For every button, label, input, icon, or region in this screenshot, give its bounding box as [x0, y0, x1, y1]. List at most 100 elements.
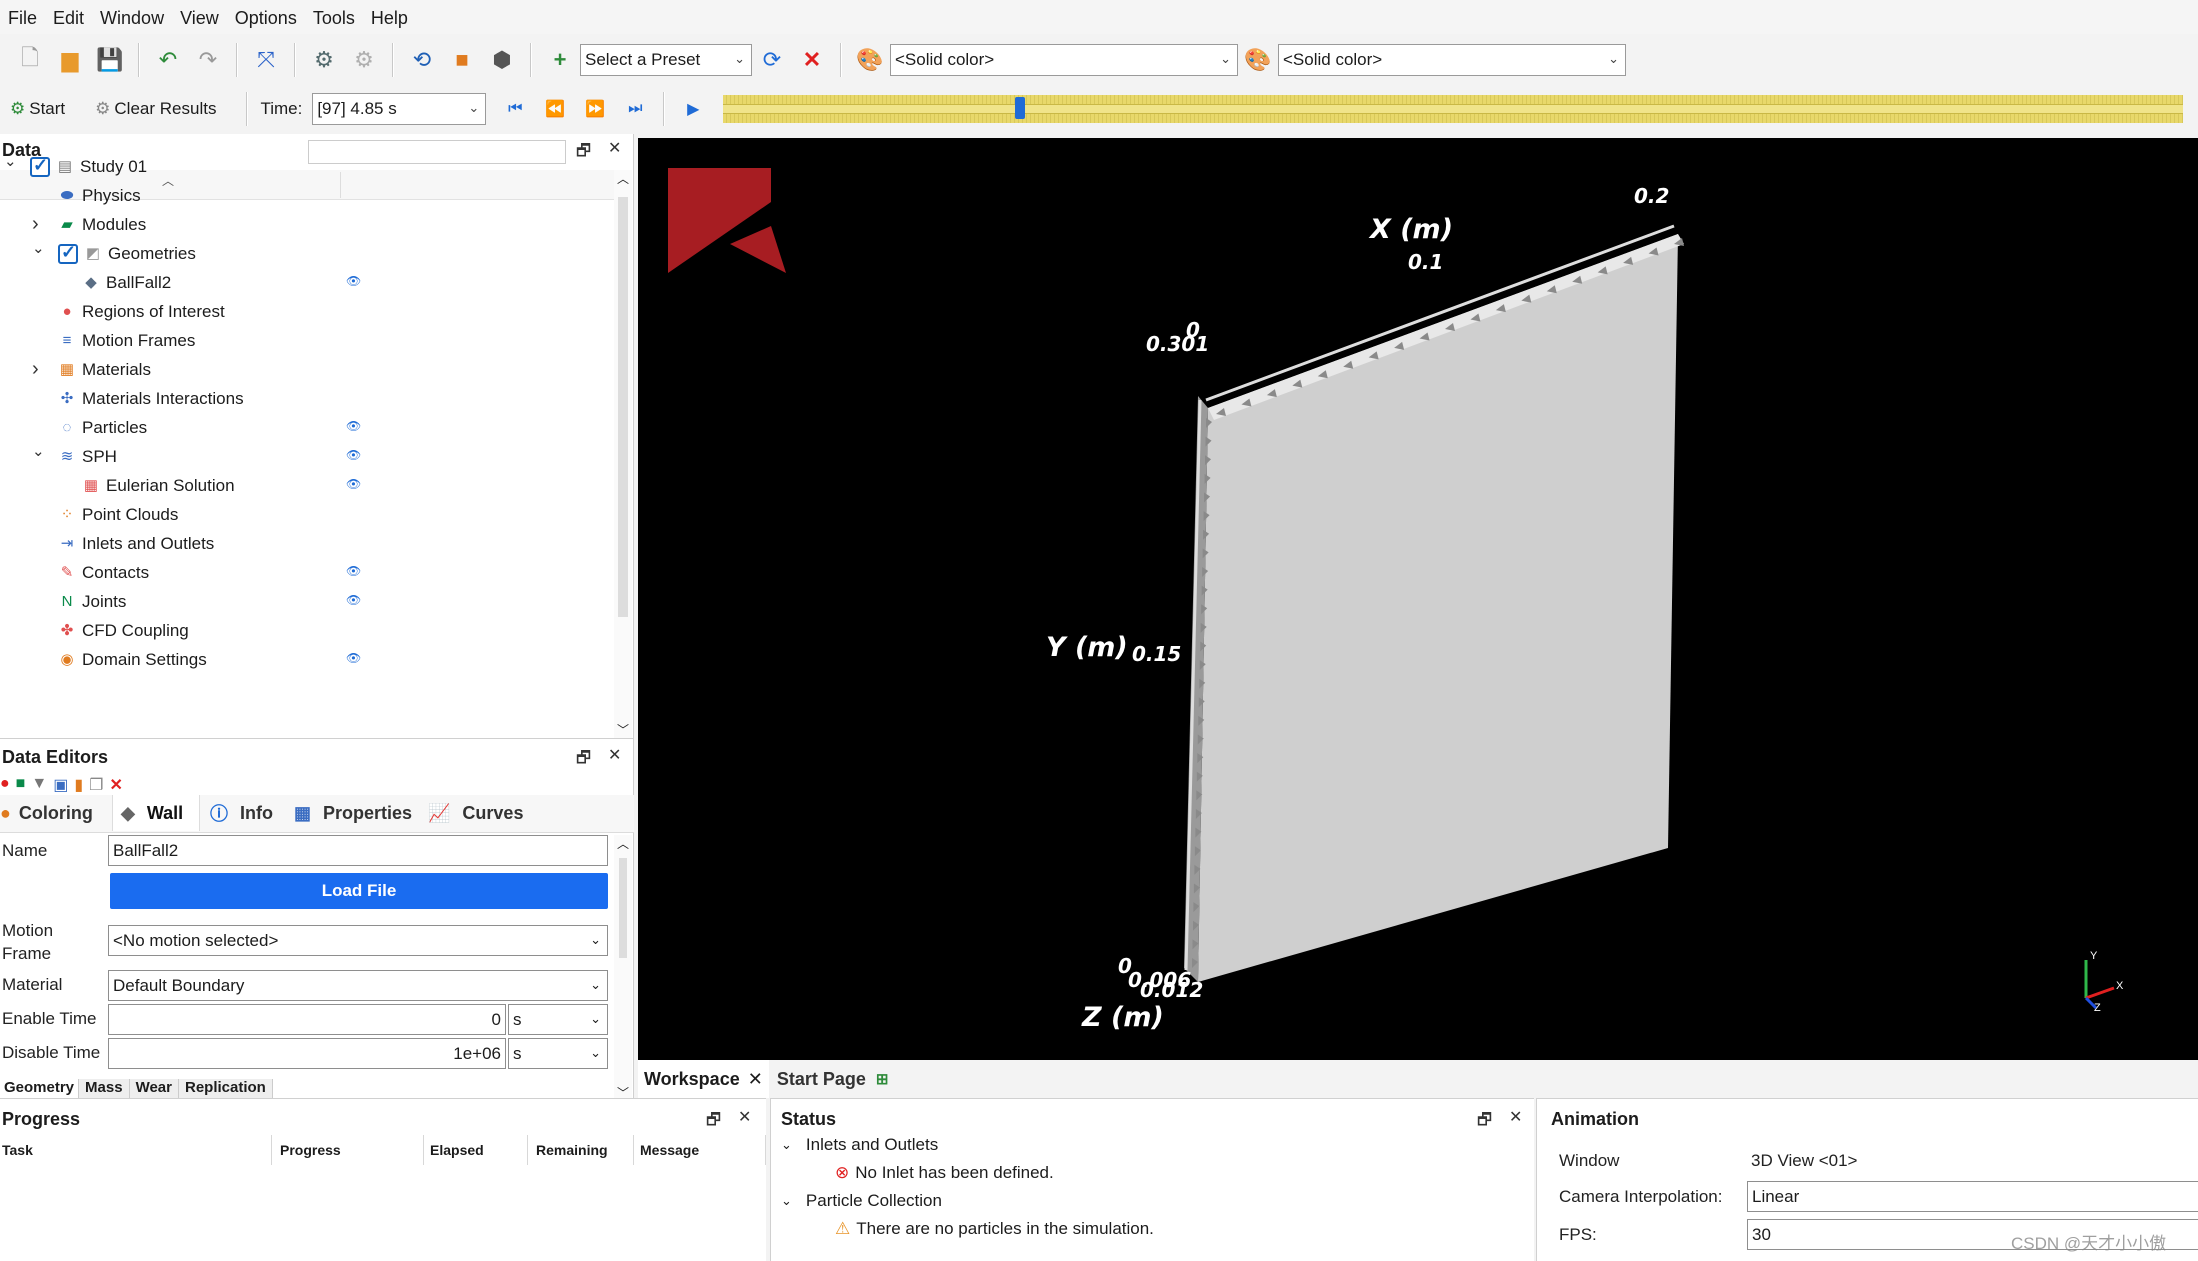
green-action-icon[interactable]: ■: [16, 775, 26, 795]
load-file-button[interactable]: Load File: [110, 873, 608, 909]
float-panel-icon[interactable]: 🗗: [576, 747, 591, 774]
tree-item[interactable]: ✎ Contacts: [58, 558, 149, 587]
tab-curves[interactable]: 📈 Curves: [426, 795, 530, 831]
tree-item[interactable]: ◉ Domain Settings: [58, 645, 206, 674]
plugin-icon[interactable]: ⬢: [487, 45, 517, 75]
tab-properties[interactable]: ▦ Properties: [292, 795, 422, 831]
tree-item[interactable]: ⁘ Point Clouds: [58, 500, 179, 529]
visibility-eye-icon[interactable]: 👁: [346, 419, 361, 433]
name-input[interactable]: BallFall2: [108, 835, 608, 866]
save-icon[interactable]: 💾: [95, 45, 125, 75]
menu-tools[interactable]: Tools: [305, 0, 363, 34]
color-select-1[interactable]: <Solid color> ⌄: [890, 44, 1238, 76]
checkbox[interactable]: [30, 155, 50, 177]
material-select[interactable]: Default Boundary ⌄: [108, 970, 608, 1001]
tab-workspace[interactable]: Workspace ✕: [638, 1060, 769, 1098]
column-progress[interactable]: Progress: [278, 1135, 424, 1165]
delete-icon[interactable]: ✕: [109, 775, 122, 795]
chevron-down-icon[interactable]: ⌄: [781, 1137, 792, 1153]
step-back-icon[interactable]: ⏪: [540, 94, 570, 124]
visibility-eye-icon[interactable]: 👁: [346, 448, 361, 462]
rotate-view-icon[interactable]: ⟲: [407, 45, 437, 75]
add-tab-icon[interactable]: ⊞: [876, 1070, 889, 1088]
undo-icon[interactable]: ↶: [153, 45, 183, 75]
disable-time-unit-select[interactable]: s ⌄: [508, 1038, 608, 1069]
scroll-up-icon[interactable]: ︿: [614, 835, 632, 852]
tree-item[interactable]: ⌄ ≋ SPH: [32, 442, 117, 471]
tab-coloring[interactable]: ● Coloring: [0, 795, 112, 831]
tree-item[interactable]: ◌ Particles: [58, 413, 148, 442]
red-action-icon[interactable]: ●: [0, 775, 10, 795]
step-forward-icon[interactable]: ⏩: [580, 94, 610, 124]
tree-item[interactable]: ✣ Materials Interactions: [58, 384, 244, 413]
tree-item[interactable]: ▦ Eulerian Solution: [82, 471, 235, 500]
clear-results-button[interactable]: ⚙ Clear Results: [95, 99, 216, 119]
time-select[interactable]: [97] 4.85 s ⌄: [312, 93, 487, 125]
box-icon[interactable]: ■: [447, 45, 477, 75]
copy-icon[interactable]: ❐: [89, 775, 103, 795]
3d-viewport[interactable]: X (m) Y (m) Z (m) 0 0.1 0.2 0.301 0.15 0…: [638, 138, 2198, 1060]
menu-window[interactable]: Window: [92, 0, 172, 34]
redo-icon[interactable]: ↷: [193, 45, 223, 75]
last-frame-icon[interactable]: ⏭: [620, 94, 650, 124]
visibility-eye-icon[interactable]: 👁: [346, 593, 361, 607]
chevron-right-icon[interactable]: ›: [32, 358, 39, 381]
enable-time-input[interactable]: 0: [108, 1004, 506, 1035]
close-panel-icon[interactable]: ✕: [1509, 1107, 1522, 1127]
first-frame-icon[interactable]: ⏮: [500, 94, 530, 124]
menu-options[interactable]: Options: [227, 0, 305, 34]
filter-icon[interactable]: ▼: [31, 775, 47, 795]
tree-item[interactable]: N Joints: [58, 587, 127, 616]
visibility-eye-icon[interactable]: 👁: [346, 274, 361, 288]
add-icon[interactable]: +: [545, 45, 575, 75]
menu-file[interactable]: File: [0, 0, 45, 34]
open-folder-icon[interactable]: ▆: [55, 45, 85, 75]
column-message[interactable]: Message: [638, 1135, 766, 1165]
orange-action-icon[interactable]: ▮: [74, 775, 83, 795]
tree-item[interactable]: ⌄ ◩ Geometries: [32, 239, 196, 268]
tab-info[interactable]: ⓘ Info: [206, 795, 286, 831]
color-palette-icon[interactable]: 🎨: [1243, 45, 1273, 75]
visibility-eye-icon[interactable]: 👁: [346, 564, 361, 578]
close-panel-icon[interactable]: ✕: [608, 745, 621, 765]
camera-interpolation-select[interactable]: Linear: [1747, 1181, 2198, 1212]
status-group[interactable]: ⌄ Inlets and Outlets: [781, 1135, 938, 1155]
tree-scrollbar[interactable]: ︿ ﹀: [614, 170, 632, 738]
settings-icon[interactable]: ⚙: [309, 45, 339, 75]
float-panel-icon[interactable]: 🗗: [576, 140, 591, 167]
select-icon[interactable]: ▣: [53, 775, 68, 795]
editor-scrollbar[interactable]: ︿ ﹀: [614, 835, 632, 1101]
tab-wall[interactable]: ◆ Wall: [112, 795, 200, 831]
visibility-eye-icon[interactable]: 👁: [346, 477, 361, 491]
chevron-down-icon[interactable]: ⌄: [4, 152, 17, 170]
close-panel-icon[interactable]: ✕: [738, 1107, 751, 1127]
settings-disabled-icon[interactable]: ⚙: [349, 45, 379, 75]
new-file-icon[interactable]: 🗋: [15, 45, 45, 75]
tree-item[interactable]: ≡ Motion Frames: [58, 326, 196, 355]
float-panel-icon[interactable]: 🗗: [1477, 1109, 1492, 1136]
preset-select[interactable]: Select a Preset ⌄: [580, 44, 752, 76]
float-panel-icon[interactable]: 🗗: [706, 1109, 721, 1136]
status-group[interactable]: ⌄ Particle Collection: [781, 1191, 942, 1211]
refresh-icon[interactable]: ⟳: [757, 45, 787, 75]
tree-item[interactable]: ● Regions of Interest: [58, 297, 224, 326]
visibility-eye-icon[interactable]: 👁: [346, 651, 361, 665]
tree-item[interactable]: ✤ CFD Coupling: [58, 616, 189, 645]
checkbox[interactable]: [58, 242, 78, 264]
menu-edit[interactable]: Edit: [45, 0, 92, 34]
tab-start-page[interactable]: Start Page ⊞: [769, 1069, 897, 1090]
menu-view[interactable]: View: [172, 0, 227, 34]
close-panel-icon[interactable]: ✕: [608, 138, 621, 158]
data-search-input[interactable]: [308, 140, 566, 164]
timeline-handle[interactable]: [1015, 97, 1026, 119]
scroll-down-icon[interactable]: ﹀: [614, 721, 632, 738]
chevron-down-icon[interactable]: ⌄: [32, 442, 45, 460]
tree-scroll-thumb[interactable]: [618, 197, 628, 617]
editor-scroll-thumb[interactable]: [619, 858, 627, 958]
tree-item[interactable]: ⌄ ▤ Study 01: [4, 152, 147, 181]
enable-time-unit-select[interactable]: s ⌄: [508, 1004, 608, 1035]
column-elapsed[interactable]: Elapsed: [428, 1135, 528, 1165]
tree-item[interactable]: ⬬ Physics: [58, 181, 141, 210]
menu-help[interactable]: Help: [363, 0, 416, 34]
motion-frame-select[interactable]: <No motion selected> ⌄: [108, 925, 608, 956]
